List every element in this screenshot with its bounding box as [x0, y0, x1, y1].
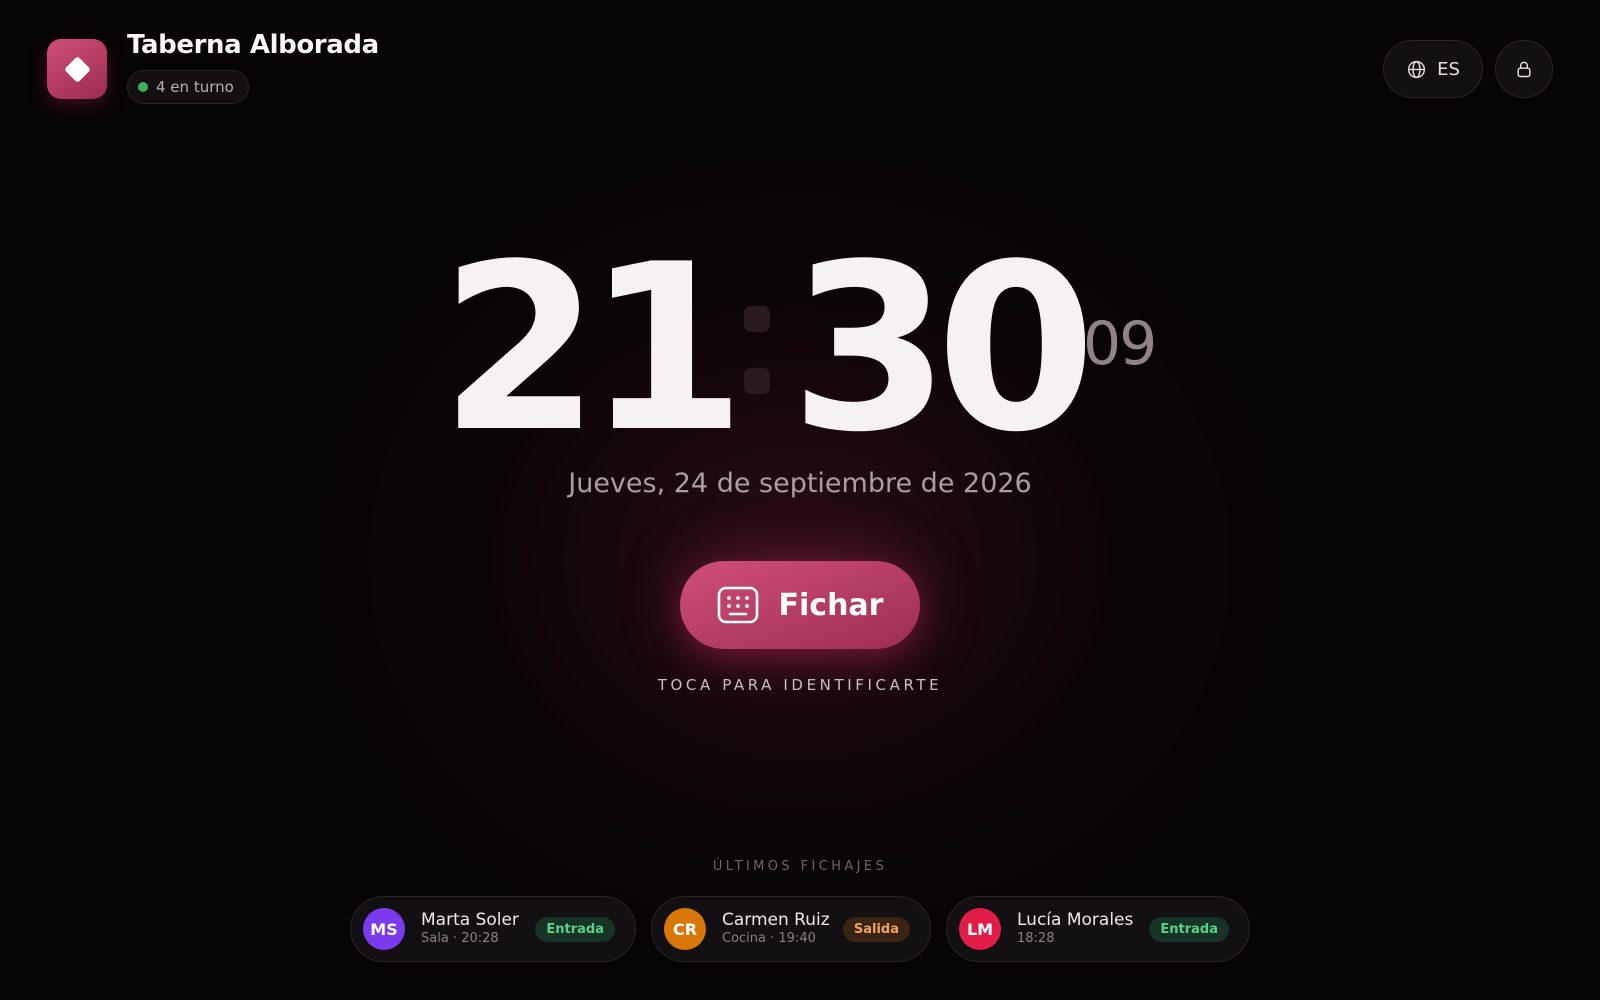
- language-button[interactable]: ES: [1383, 40, 1483, 98]
- online-status-dot: [138, 82, 148, 92]
- lock-icon: [1517, 61, 1531, 78]
- clock-colon: [744, 306, 770, 396]
- identify-hint: TOCA PARA IDENTIFICARTE: [657, 676, 943, 694]
- current-date: Jueves, 24 de septiembre de 2026: [568, 468, 1032, 499]
- employee-name: Marta Soler: [421, 910, 519, 930]
- fichar-button[interactable]: Fichar: [680, 561, 920, 649]
- clock-seconds: 09: [1083, 309, 1157, 379]
- lock-button[interactable]: [1495, 40, 1553, 98]
- status-badge: Entrada: [535, 916, 615, 942]
- avatar: LM: [959, 908, 1001, 950]
- recent-clockin-card[interactable]: CR Carmen Ruiz Cocina · 19:40 Salida: [651, 896, 931, 962]
- avatar: MS: [363, 908, 405, 950]
- recent-clockin-card[interactable]: MS Marta Soler Sala · 20:28 Entrada: [350, 896, 636, 962]
- clock-hours: 21: [440, 216, 746, 483]
- avatar: CR: [664, 908, 706, 950]
- employee-meta: 18:28: [1017, 931, 1055, 946]
- keypad-icon: [717, 586, 758, 624]
- employee-meta: Cocina · 19:40: [722, 931, 816, 946]
- globe-icon: [1408, 60, 1426, 78]
- diamond-icon: [63, 55, 91, 83]
- employee-name: Lucía Morales: [1017, 910, 1134, 930]
- app-logo: [47, 39, 107, 99]
- staff-on-shift-badge: 4 en turno: [127, 70, 249, 104]
- brand-title: Taberna Alborada: [127, 30, 379, 60]
- language-label: ES: [1437, 58, 1460, 80]
- status-badge: Salida: [842, 916, 910, 942]
- clock-minutes: 30: [790, 216, 1096, 483]
- fichar-label: Fichar: [778, 587, 884, 623]
- staff-on-shift-label: 4 en turno: [156, 78, 234, 96]
- recent-clockin-card[interactable]: LM Lucía Morales 18:28 Entrada: [946, 896, 1250, 962]
- employee-meta: Sala · 20:28: [421, 931, 499, 946]
- employee-name: Carmen Ruiz: [722, 910, 830, 930]
- recent-clockins-title: ÚLTIMOS FICHAJES: [712, 859, 888, 874]
- clock-display: 21 30 09: [0, 216, 1600, 483]
- status-badge: Entrada: [1149, 916, 1229, 942]
